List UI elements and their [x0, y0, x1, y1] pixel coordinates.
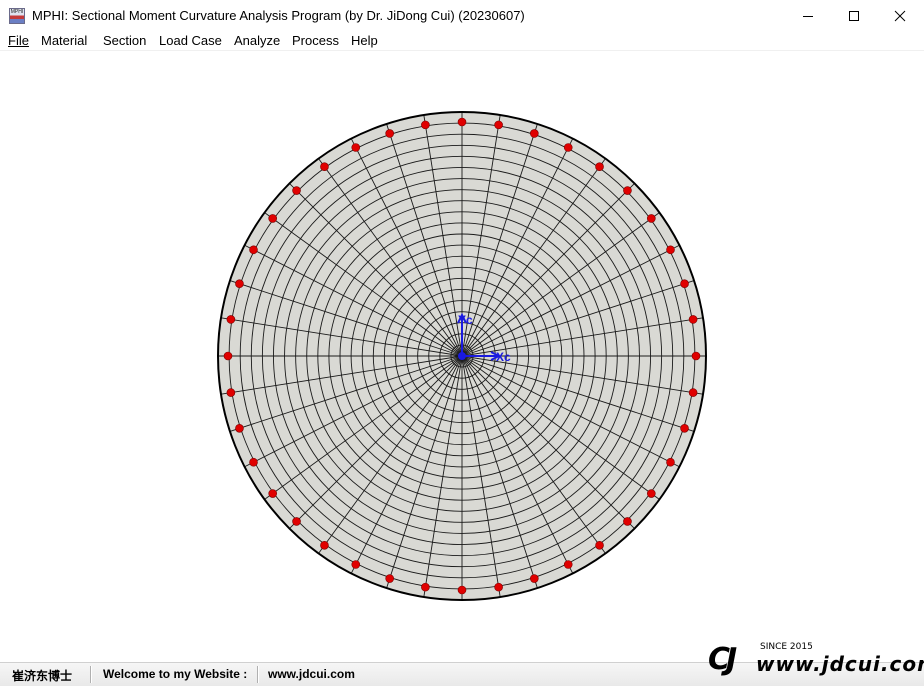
menu-help[interactable]: Help: [351, 33, 378, 48]
status-separator: [257, 666, 259, 683]
rebar: [623, 186, 632, 195]
rebar: [226, 388, 236, 397]
rebar: [666, 457, 675, 467]
rebar: [494, 582, 503, 592]
rebar: [292, 186, 301, 195]
rebar: [680, 279, 689, 288]
logo-mark: CJ: [708, 642, 737, 677]
title-bar: MPHI MPHI: Sectional Moment Curvature An…: [0, 0, 924, 31]
rebar: [647, 489, 656, 498]
rebar: [688, 388, 698, 397]
rebar: [595, 541, 604, 550]
menu-file[interactable]: File: [8, 33, 29, 48]
rebar: [421, 582, 430, 592]
menu-process-label: Process: [292, 33, 339, 48]
minimize-icon: [803, 15, 813, 17]
rebar: [530, 129, 539, 138]
rebar: [421, 120, 430, 130]
rebar: [249, 245, 258, 255]
rebar: [226, 315, 236, 324]
status-separator: [90, 666, 92, 683]
menu-section-label: Section: [103, 33, 147, 48]
y-axis-label: Yc: [458, 313, 473, 327]
window-title: MPHI: Sectional Moment Curvature Analysi…: [32, 8, 525, 23]
section-drawing[interactable]: Yc Xc: [1, 51, 922, 661]
rebar: [563, 143, 573, 152]
status-welcome: Welcome to my Website :: [103, 667, 248, 681]
menu-help-label: Help: [351, 33, 378, 48]
rebar: [292, 517, 301, 526]
rebar: [494, 120, 503, 130]
rebar: [320, 541, 329, 550]
rebar: [223, 351, 233, 361]
menu-load-case-label: Load Case: [159, 33, 222, 48]
rebar: [563, 560, 573, 569]
menu-section[interactable]: Section: [103, 33, 146, 48]
rebar: [351, 143, 361, 152]
rebar: [457, 117, 467, 127]
centroid-marker: [458, 352, 466, 360]
logo-url: www.jdcui.com: [756, 652, 924, 676]
x-axis-label: Xc: [496, 350, 511, 364]
rebar: [268, 214, 277, 223]
rebar: [647, 214, 656, 223]
close-button[interactable]: [877, 0, 923, 31]
site-logo: CJ SINCE 2015 www.jdcui.com: [706, 638, 924, 678]
drawing-canvas[interactable]: Yc Xc: [1, 51, 922, 661]
rebar: [623, 517, 632, 526]
rebar: [457, 585, 467, 595]
rebar: [385, 129, 394, 138]
menu-analyze-label: Analyze: [234, 33, 281, 48]
rebar: [235, 279, 244, 288]
rebar: [235, 424, 244, 433]
maximize-button[interactable]: [831, 0, 877, 31]
rebar: [320, 162, 329, 171]
logo-since: SINCE 2015: [760, 642, 813, 652]
menu-process[interactable]: Process: [292, 33, 339, 48]
menu-load-case[interactable]: Load Case: [159, 33, 222, 48]
menu-bar: File Material Section Load Case Analyze …: [0, 31, 924, 51]
rebar: [595, 162, 604, 171]
app-icon[interactable]: MPHI: [9, 8, 25, 24]
rebar: [666, 245, 675, 255]
rebar: [385, 574, 394, 583]
rebar: [691, 351, 701, 361]
rebar: [268, 489, 277, 498]
minimize-button[interactable]: [785, 0, 831, 31]
rebar: [351, 560, 361, 569]
status-author: 崔济东博士: [12, 669, 73, 683]
close-icon: [894, 10, 906, 21]
menu-file-label: File: [8, 33, 29, 48]
menu-material-label: Material: [41, 33, 88, 48]
menu-analyze[interactable]: Analyze: [234, 33, 280, 48]
rebar: [688, 315, 698, 324]
menu-material[interactable]: Material: [41, 33, 87, 48]
rebar: [530, 574, 539, 583]
rebar: [249, 457, 258, 467]
maximize-icon: [849, 10, 859, 21]
rebar: [680, 424, 689, 433]
status-website-link[interactable]: www.jdcui.com: [268, 667, 355, 681]
